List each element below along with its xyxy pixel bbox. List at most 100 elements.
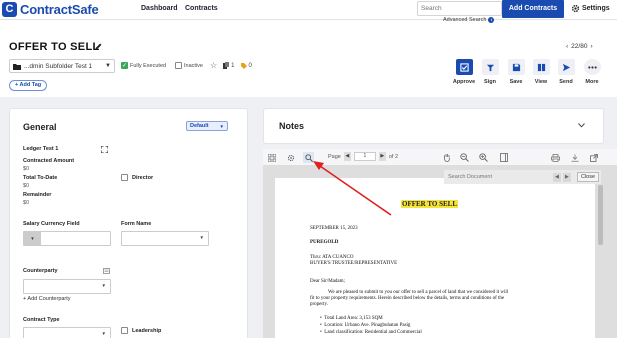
unchecked-icon — [121, 174, 128, 181]
advanced-search-link[interactable]: Advanced Search i — [443, 17, 495, 23]
print-icon[interactable] — [550, 152, 561, 163]
nav-dashboard[interactable]: Dashboard — [141, 5, 178, 12]
zoom-in-icon[interactable] — [478, 152, 489, 163]
gear-icon — [571, 4, 580, 13]
form-name-select[interactable]: ▼ — [121, 231, 209, 246]
search-icon[interactable] — [303, 152, 314, 163]
save-button[interactable]: Save — [504, 59, 528, 85]
sign-button[interactable]: Sign — [478, 59, 502, 85]
page-number-input[interactable]: 1 — [353, 152, 376, 161]
chevron-right-icon[interactable]: › — [590, 43, 592, 50]
download-icon[interactable] — [569, 152, 580, 163]
logo[interactable]: C ContractSafe — [2, 1, 99, 18]
chevron-down-icon[interactable] — [578, 123, 585, 128]
advanced-search-label: Advanced Search — [443, 17, 487, 23]
logo-mark-icon: C — [2, 2, 17, 17]
remainder-label: Remainder — [23, 192, 52, 198]
settings-gear-icon[interactable] — [285, 152, 296, 163]
folder-select[interactable]: ...dmin Subfolder Test 1 ▼ — [9, 59, 115, 73]
pager-count: 22/80 — [571, 43, 588, 50]
add-counterparty-link[interactable]: + Add Counterparty — [23, 296, 71, 302]
notes-title: Notes — [279, 121, 305, 131]
star-icon[interactable]: ☆ — [210, 61, 217, 70]
contract-title: OFFER TO SELL — [9, 41, 100, 53]
prev-page-icon[interactable]: ◀ — [343, 152, 351, 161]
expand-icon[interactable] — [101, 146, 108, 153]
ledger-label: Ledger Test 1 — [23, 146, 59, 152]
contract-type-label: Contract Type — [23, 317, 60, 323]
info-icon: i — [488, 17, 495, 23]
chevron-left-icon[interactable]: ‹ — [566, 43, 568, 50]
document-bullet-2-text: Location: Urbano Ave. Pinagbuhatan Pasig — [324, 323, 411, 328]
files-indicator[interactable]: 1 — [223, 62, 235, 69]
approve-button[interactable]: Approve — [452, 59, 476, 85]
currency-dropdown[interactable]: ▼ — [24, 232, 41, 245]
contracted-amount-label: Contracted Amount — [23, 158, 75, 164]
more-button[interactable]: More — [580, 59, 604, 85]
remainder-value: $0 — [23, 200, 30, 206]
contracted-amount-value: $0 — [23, 166, 30, 172]
director-label: Director — [132, 174, 154, 181]
add-contracts-button[interactable]: Add Contracts — [502, 0, 564, 18]
view-label: View — [534, 79, 548, 85]
search-prev-icon[interactable]: ◀ — [552, 172, 561, 182]
document-search-bar: ◀ ▶ Close — [444, 170, 601, 184]
meta-icons: ☆ 1 0 — [210, 61, 252, 70]
caret-down-icon: ▼ — [101, 331, 106, 336]
send-button[interactable]: Send — [554, 59, 578, 85]
viewer-scrollbar[interactable] — [598, 185, 603, 245]
pencil-edit-icon[interactable] — [94, 42, 103, 51]
fully-executed-label: Fully Executed — [130, 62, 167, 69]
director-checkbox[interactable]: Director — [121, 174, 153, 181]
leadership-checkbox[interactable]: Leadership — [121, 327, 161, 334]
search-close-button[interactable]: Close — [576, 172, 599, 182]
salary-currency-label: Salary Currency Field — [23, 221, 80, 227]
document-body-line-2: fit to your property requirements. Herei… — [310, 296, 505, 301]
next-page-icon[interactable]: ▶ — [378, 152, 386, 161]
fit-page-icon[interactable] — [498, 152, 509, 163]
add-tag-button[interactable]: + Add Tag — [9, 80, 48, 91]
tags-indicator[interactable]: 0 — [240, 62, 252, 69]
view-select-value: Default — [190, 123, 209, 129]
document-date: SEPTEMBER 15, 2023 — [310, 226, 358, 231]
files-count: 1 — [231, 62, 235, 69]
fully-executed-checkbox[interactable]: ✓ Fully Executed — [121, 62, 166, 69]
global-search-box[interactable] — [417, 1, 502, 16]
document-search-input[interactable] — [446, 172, 546, 182]
contract-type-select[interactable]: ▼ — [23, 327, 111, 338]
unchecked-icon — [175, 62, 182, 69]
unchecked-icon — [121, 327, 128, 334]
notes-card[interactable] — [263, 108, 604, 144]
document-bullet-1-text: Total Land Area: 3,153 SQM — [324, 316, 383, 321]
files-icon — [223, 62, 230, 69]
address-card-icon[interactable] — [103, 268, 110, 274]
save-label: Save — [509, 79, 523, 85]
thumbnails-icon[interactable] — [266, 152, 277, 163]
send-label: Send — [559, 79, 573, 85]
document-body-line-3: property. — [310, 302, 328, 307]
pan-hand-icon[interactable] — [441, 152, 452, 163]
view-button[interactable]: View — [529, 59, 553, 85]
counterparty-select[interactable]: ▼ — [23, 279, 111, 294]
salary-currency-field[interactable]: ▼ — [23, 231, 111, 246]
sign-pen-icon — [481, 59, 499, 75]
tag-icon — [240, 62, 247, 69]
view-select[interactable]: Default ▼ — [186, 121, 228, 131]
search-next-icon[interactable]: ▶ — [562, 172, 571, 182]
add-tag-label: Add Tag — [19, 82, 42, 88]
folder-name: ...dmin Subfolder Test 1 — [24, 62, 93, 70]
zoom-out-icon[interactable] — [459, 152, 470, 163]
inactive-label: Inactive — [184, 62, 203, 69]
inactive-checkbox[interactable]: Inactive — [175, 62, 203, 69]
save-disk-icon — [507, 59, 525, 75]
page-of-label: of 2 — [388, 153, 399, 160]
document-bullet-3: • Land classification: Residential and C… — [320, 330, 422, 335]
total-to-date-label: Total To-Date — [23, 175, 58, 181]
document-bullet-2: • Location: Urbano Ave. Pinagbuhatan Pas… — [320, 323, 411, 328]
caret-down-icon: ▼ — [105, 63, 111, 69]
global-search-input[interactable] — [418, 2, 501, 15]
settings-button[interactable]: Settings — [571, 4, 610, 13]
nav-contracts[interactable]: Contracts — [185, 5, 218, 12]
open-external-icon[interactable] — [588, 152, 599, 163]
total-to-date-value: $0 — [23, 183, 30, 189]
